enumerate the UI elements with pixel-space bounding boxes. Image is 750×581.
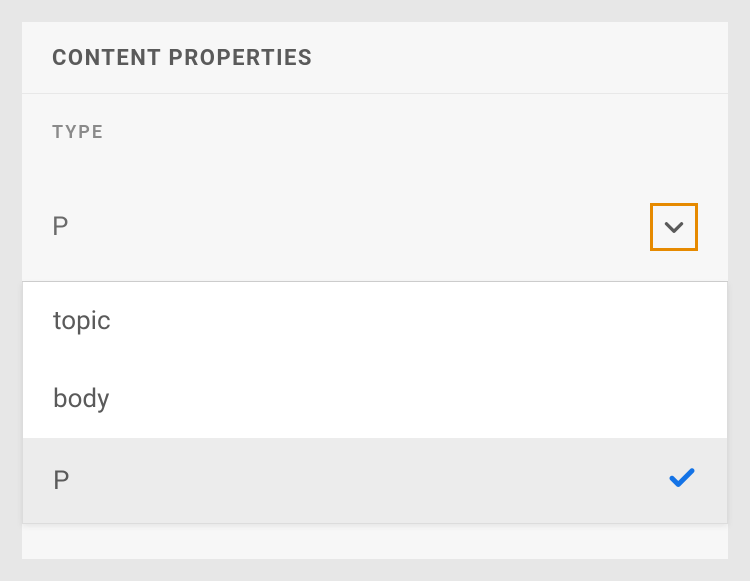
dropdown-option-topic[interactable]: topic bbox=[23, 282, 727, 360]
check-icon bbox=[667, 462, 697, 499]
dropdown-option-label: P bbox=[53, 466, 69, 496]
chevron-down-icon[interactable] bbox=[650, 203, 698, 251]
type-dropdown-value: P bbox=[52, 212, 68, 242]
content-properties-panel: CONTENT PROPERTIES TYPE P topic body P bbox=[22, 22, 728, 559]
dropdown-option-p[interactable]: P bbox=[23, 438, 727, 523]
type-dropdown-list: topic body P bbox=[22, 282, 728, 524]
type-dropdown[interactable]: P bbox=[22, 143, 728, 282]
dropdown-option-label: body bbox=[53, 384, 109, 414]
dropdown-option-label: topic bbox=[53, 306, 111, 336]
panel-title: CONTENT PROPERTIES bbox=[52, 46, 698, 71]
dropdown-option-body[interactable]: body bbox=[23, 360, 727, 438]
panel-header: CONTENT PROPERTIES bbox=[22, 22, 728, 94]
type-section-label: TYPE bbox=[22, 94, 728, 143]
